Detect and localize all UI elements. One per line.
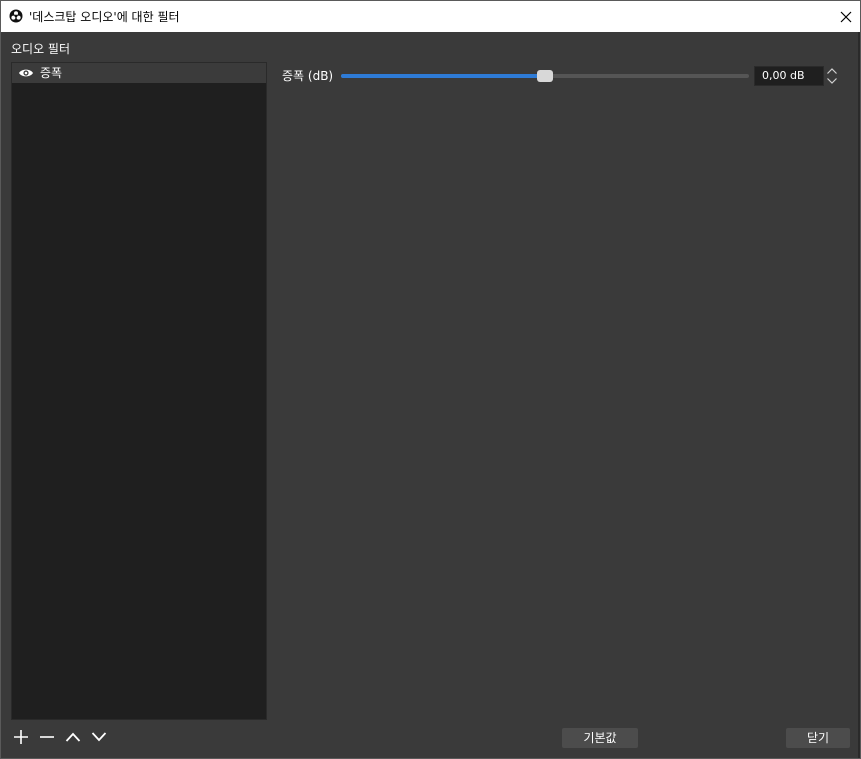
minus-icon (40, 736, 54, 738)
filter-name: 증폭 (40, 66, 63, 80)
plus-icon (14, 730, 28, 744)
move-filter-down-button[interactable] (89, 727, 109, 747)
move-filter-up-button[interactable] (63, 727, 83, 747)
visibility-toggle[interactable] (18, 67, 34, 79)
gain-value-input[interactable]: 0,00 dB (754, 66, 824, 86)
chevron-up-icon (827, 68, 837, 74)
decrement-button[interactable] (825, 76, 839, 86)
slider-handle[interactable] (537, 70, 553, 82)
title-bar: '데스크탑 오디오'에 대한 필터 (1, 1, 860, 32)
chevron-up-icon (65, 732, 81, 742)
filters-window: '데스크탑 오디오'에 대한 필터 오디오 필터 증폭 증폭 (dB) 0,00… (0, 0, 861, 759)
add-filter-button[interactable] (11, 727, 31, 747)
filter-list-item[interactable]: 증폭 (12, 63, 266, 83)
filter-list[interactable]: 증폭 (11, 62, 267, 720)
filter-list-controls (11, 727, 109, 747)
chevron-down-icon (827, 78, 837, 84)
obs-logo-icon (9, 9, 23, 23)
gain-slider[interactable] (341, 69, 749, 83)
window-title: '데스크탑 오디오'에 대한 필터 (29, 10, 180, 24)
close-icon (840, 11, 851, 22)
increment-button[interactable] (825, 66, 839, 76)
audio-filters-label: 오디오 필터 (11, 42, 71, 56)
gain-spin-buttons (825, 66, 839, 86)
chevron-down-icon (91, 732, 107, 742)
defaults-button[interactable]: 기본값 (562, 728, 638, 748)
eye-icon (19, 69, 33, 77)
gain-label: 증폭 (dB) (282, 69, 334, 83)
close-window-button[interactable] (831, 1, 860, 32)
slider-fill (341, 74, 545, 78)
close-button[interactable]: 닫기 (786, 728, 850, 748)
window-edge (858, 32, 860, 758)
remove-filter-button[interactable] (37, 727, 57, 747)
